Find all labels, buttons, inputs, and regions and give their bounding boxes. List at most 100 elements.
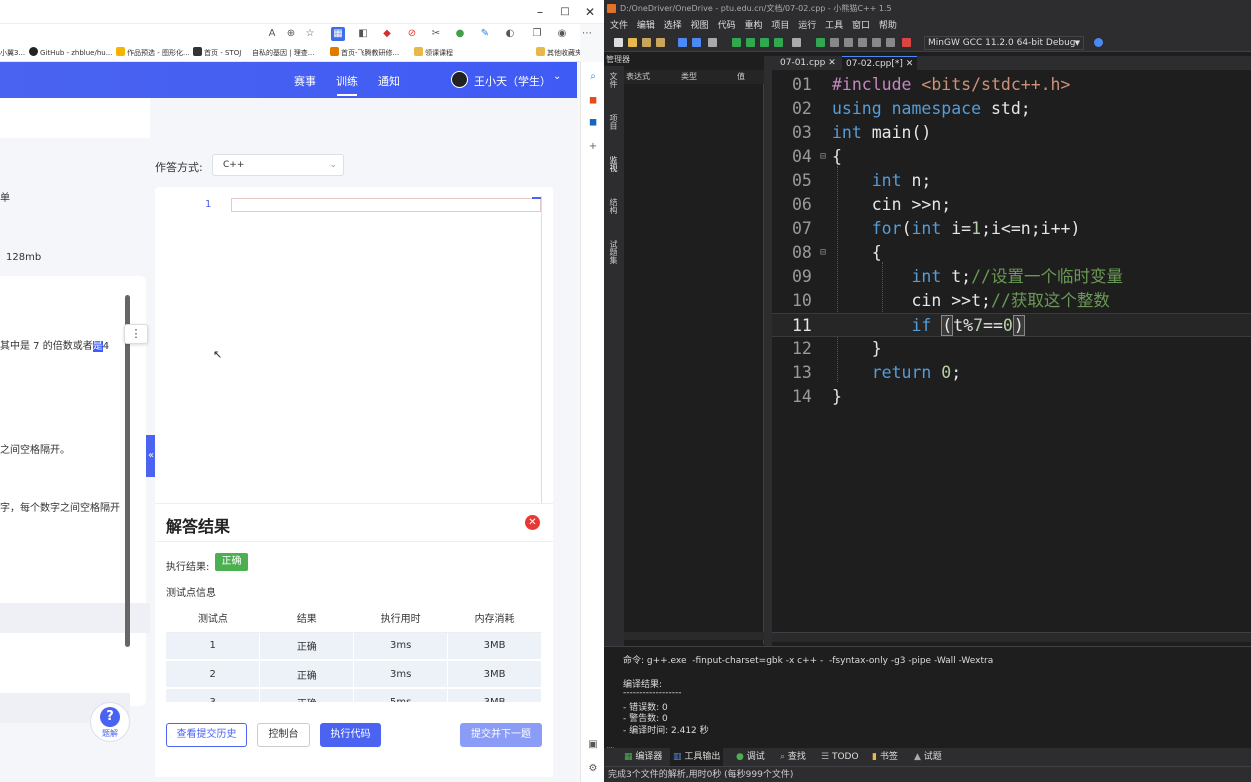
- code-editor[interactable]: 01 #include <bits/stdc++.h> 02 using names…: [772, 70, 1251, 632]
- step-out-icon[interactable]: [858, 38, 867, 47]
- tab-structure[interactable]: 结构: [609, 198, 619, 214]
- tab-07-02[interactable]: 07-02.cpp[*] ✕: [842, 56, 918, 70]
- screenshot-icon[interactable]: ▣: [586, 738, 600, 752]
- user-name[interactable]: 王小天（学生）: [474, 73, 551, 89]
- favorite-icon[interactable]: ☆: [303, 27, 317, 41]
- step-into-icon[interactable]: [844, 38, 853, 47]
- save-icon[interactable]: [642, 38, 651, 47]
- continue-icon[interactable]: [872, 38, 881, 47]
- close-icon[interactable]: ✕: [525, 515, 540, 530]
- minimize-button[interactable]: –: [528, 3, 552, 21]
- tab-files[interactable]: 文件: [609, 72, 619, 88]
- stop-icon[interactable]: [886, 38, 895, 47]
- code-editor[interactable]: 1: [167, 196, 542, 508]
- compile-icon[interactable]: [732, 38, 741, 47]
- chevron-down-icon[interactable]: ⌄: [553, 71, 561, 82]
- menu-search[interactable]: 代码: [718, 18, 736, 34]
- search-icon[interactable]: ⌕: [586, 70, 600, 84]
- extension-icon[interactable]: ▦: [331, 27, 345, 41]
- tab-tool-output[interactable]: ▥ 工具输出: [670, 748, 724, 766]
- solution-help-button[interactable]: ? 题解: [90, 702, 130, 742]
- outlook-icon[interactable]: ◼: [586, 116, 600, 130]
- extension-5-icon[interactable]: ✂: [429, 27, 443, 41]
- compiler-select[interactable]: MinGW GCC 11.2.0 64-bit Debug ▼: [924, 36, 1084, 50]
- bookmark-item[interactable]: 首页 - STOJ: [193, 47, 241, 59]
- menu-edit[interactable]: 编辑: [637, 18, 655, 34]
- debug-icon[interactable]: [816, 38, 825, 47]
- add-icon[interactable]: +: [586, 140, 600, 154]
- editor-scrollbar[interactable]: [532, 197, 541, 199]
- undo-icon[interactable]: [678, 38, 687, 47]
- nav-train[interactable]: 训练: [336, 73, 358, 89]
- tab-bookmarks[interactable]: ▮ 书签: [872, 748, 898, 766]
- maximize-button[interactable]: □: [553, 3, 577, 21]
- bookmark-item[interactable]: 小翼3...: [0, 47, 25, 59]
- menu-tools[interactable]: 窗口: [852, 18, 870, 34]
- menu-icon[interactable]: ⋯: [580, 27, 594, 41]
- tab-problems[interactable]: ▲ 试题: [914, 748, 942, 766]
- office-icon[interactable]: ◼: [586, 94, 600, 108]
- options-icon[interactable]: [792, 38, 801, 47]
- fold-icon[interactable]: ⊟: [820, 241, 826, 265]
- run-icon[interactable]: [746, 38, 755, 47]
- splitter[interactable]: [764, 56, 772, 646]
- collection-icon[interactable]: ❐: [530, 27, 544, 41]
- save-all-icon[interactable]: [656, 38, 665, 47]
- extension-2-icon[interactable]: ◧: [356, 27, 370, 41]
- console-button[interactable]: 控制台: [257, 723, 310, 747]
- problem-scrollbar[interactable]: [125, 295, 130, 647]
- tab-project[interactable]: 项目: [609, 114, 619, 130]
- zoom-icon[interactable]: ⊕: [284, 27, 298, 41]
- menu-window[interactable]: 帮助: [879, 18, 897, 34]
- avatar[interactable]: [451, 71, 468, 88]
- extension-4-icon[interactable]: ⊘: [405, 27, 419, 41]
- step-over-icon[interactable]: [830, 38, 839, 47]
- pen-icon[interactable]: ✎: [478, 27, 492, 41]
- fold-icon[interactable]: ⊟: [820, 145, 826, 169]
- bookmark-item[interactable]: 首页-飞腾教研修...: [330, 47, 399, 59]
- check-syntax-icon[interactable]: [1094, 38, 1103, 47]
- extension-3-icon[interactable]: ◆: [380, 27, 394, 41]
- compile-run-icon[interactable]: [760, 38, 769, 47]
- menu-run[interactable]: 工具: [825, 18, 843, 34]
- tab-todo[interactable]: ☰ TODO: [821, 748, 859, 766]
- tab-problem-set[interactable]: 试题集: [609, 240, 619, 264]
- view-history-button[interactable]: 查看提交历史: [166, 723, 247, 747]
- bookmark-item[interactable]: 自私的基因 | 理查...: [252, 47, 314, 59]
- menu-project[interactable]: 运行: [798, 18, 816, 34]
- menu-code[interactable]: 重构: [744, 18, 762, 34]
- replace-icon[interactable]: [708, 38, 717, 47]
- submit-next-button[interactable]: 提交并下一题: [460, 723, 542, 747]
- redo-icon[interactable]: [692, 38, 701, 47]
- menu-select[interactable]: 选择: [664, 18, 682, 34]
- bookmark-item[interactable]: 作品预选 - 图形化...: [116, 47, 190, 59]
- nav-notice[interactable]: 通知: [378, 73, 400, 89]
- open-file-icon[interactable]: [628, 38, 637, 47]
- menu-view[interactable]: 视图: [691, 18, 709, 34]
- current-line[interactable]: [231, 198, 541, 212]
- tab-debug[interactable]: ● 调试: [736, 748, 765, 766]
- rebuild-icon[interactable]: [774, 38, 783, 47]
- gear-icon[interactable]: ⚙: [586, 762, 600, 776]
- more-options-button[interactable]: ⋮: [124, 324, 148, 344]
- read-aloud-icon[interactable]: A: [265, 27, 279, 41]
- extension-6-icon[interactable]: ●: [453, 27, 467, 41]
- profile-icon[interactable]: ◉: [555, 27, 569, 41]
- test-table-wrapper[interactable]: 测试点 结果 执行用时 内存消耗 1 正确 3ms 3MB 2 正确 3ms 3…: [166, 604, 542, 702]
- watch-scrollbar[interactable]: [624, 632, 764, 640]
- tab-07-01[interactable]: 07-01.cpp ✕: [776, 56, 840, 70]
- tab-watch[interactable]: 监视: [609, 156, 619, 172]
- close-window-button[interactable]: ✕: [578, 3, 602, 21]
- run-code-button[interactable]: 执行代码: [320, 723, 381, 747]
- breakpoint-icon[interactable]: [902, 38, 911, 47]
- new-file-icon[interactable]: [614, 38, 623, 47]
- bookmark-item[interactable]: 领课课程: [414, 47, 453, 59]
- language-select[interactable]: C++ ⌄: [212, 154, 344, 176]
- nav-contest[interactable]: 赛事: [294, 73, 316, 89]
- tab-compiler[interactable]: ▦ 编译器: [624, 748, 662, 766]
- menu-file[interactable]: 文件: [610, 18, 628, 34]
- editor-scrollbar[interactable]: [772, 632, 1251, 642]
- tab-find[interactable]: ⌕ 查找: [780, 748, 806, 766]
- bookmark-item[interactable]: 其他收藏夹: [536, 47, 580, 59]
- bookmark-item[interactable]: GitHub - zhblue/hu...: [29, 47, 112, 59]
